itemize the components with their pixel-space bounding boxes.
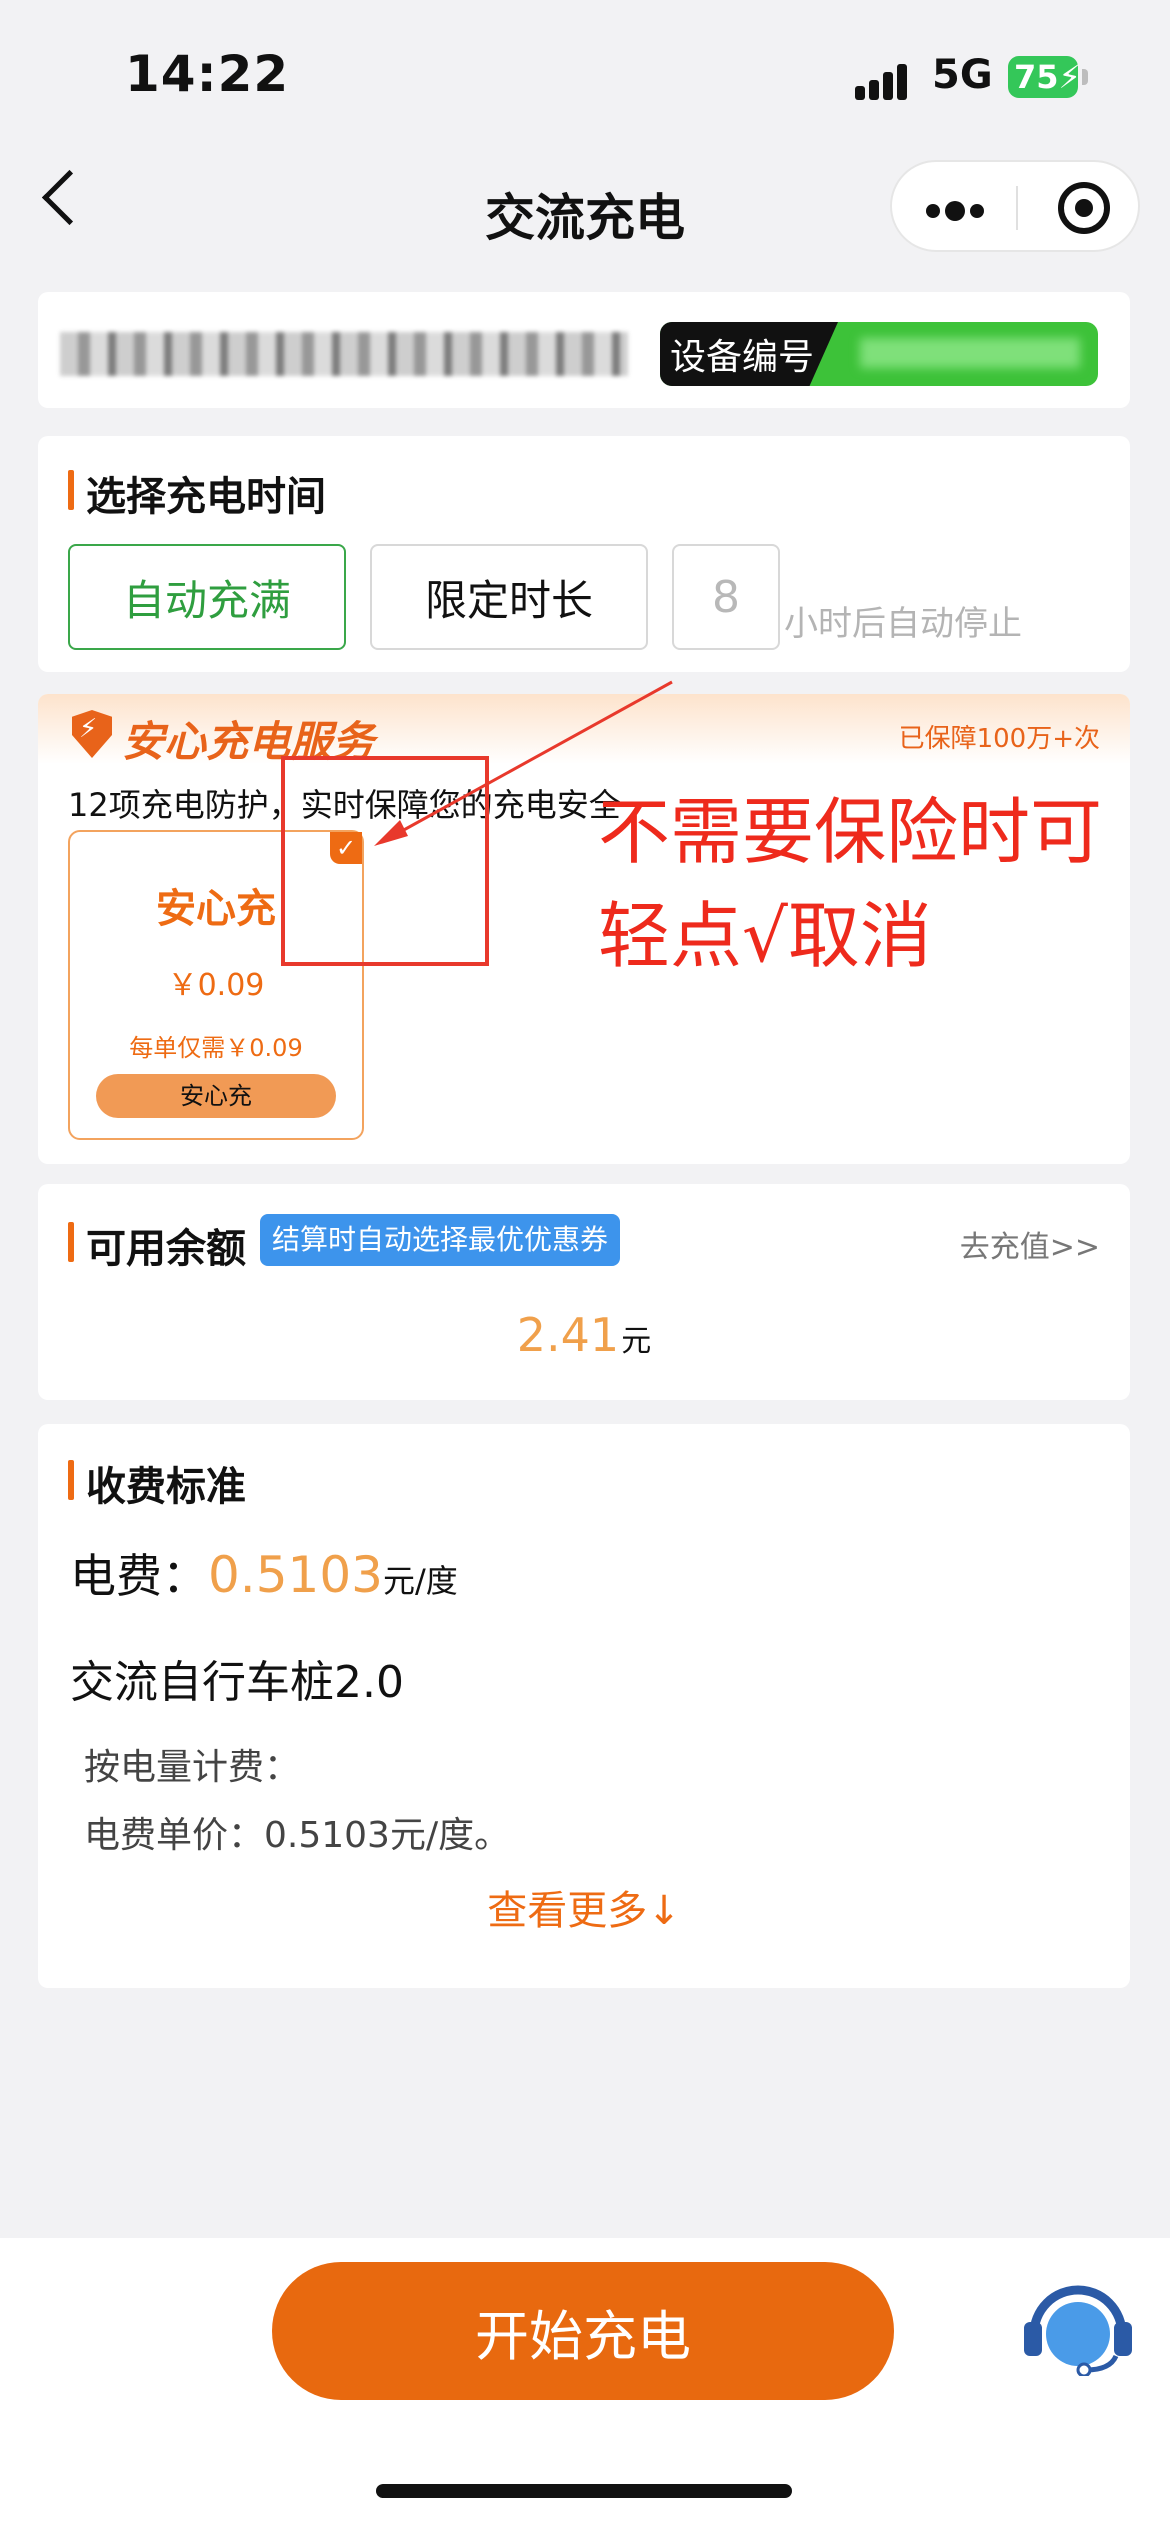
option-auto-full[interactable]: 自动充满 [68,544,346,650]
time-select-title: 选择充电时间 [68,464,326,522]
coupon-badge: 结算时自动选择最优优惠券 [260,1214,621,1266]
more-icon[interactable] [926,200,989,221]
customer-service-icon[interactable] [1020,2276,1136,2376]
insurance-guarantee: 已保障100万+次 [898,724,1100,754]
annotation-text: 不需要保险时可 轻点√取消 [598,780,1158,988]
balance-amount: 2.41元 [516,1308,652,1362]
balance-title: 可用余额 [68,1216,246,1274]
plan-price: ￥0.09 [167,968,265,1003]
status-time: 14:22 [125,45,290,103]
time-select-card: 选择充电时间 自动充满 限定时长 8 小时后自动停止 [38,436,1130,672]
device-tag: 设备编号 [660,322,1098,386]
battery-tip [1082,69,1088,85]
hours-input[interactable]: 8 [672,544,780,650]
fee-line: 电费：0.5103元/度 [70,1546,458,1604]
battery-level: 75 [1014,58,1059,96]
start-charging-button[interactable]: 开始充电 [272,2262,894,2400]
rule-detail: 电费单价：0.5103元/度。 [84,1815,511,1856]
device-id-blurred [860,338,1080,368]
view-more-link[interactable]: 查看更多↓ [38,1878,1130,1936]
network-type: 5G [932,52,993,98]
rule-title: 按电量计费： [84,1747,301,1788]
hours-hint: 小时后自动停止 [784,604,1022,644]
signal-icon [855,62,915,100]
miniprogram-capsule [890,160,1140,252]
annotation-line-2: 轻点√取消 [598,894,932,978]
battery-icon: 75 ⚡ [1008,56,1081,98]
annotation-line-1: 不需要保险时可 [598,790,1103,874]
station-name-blurred [60,332,628,376]
device-label: 设备编号 [660,322,838,386]
fee-card: 收费标准 电费：0.5103元/度 交流自行车桩2.0 按电量计费： 电费单价：… [38,1424,1130,1988]
station-card: 设备编号 [38,292,1130,408]
home-indicator [376,2484,792,2498]
option-limited-duration[interactable]: 限定时长 [370,544,648,650]
fee-title: 收费标准 [68,1454,246,1512]
plan-per-order: 每单仅需￥0.09 [129,1034,303,1062]
balance-card: 可用余额 结算时自动选择最优优惠券 去充值>> 2.41元 [38,1184,1130,1400]
capsule-divider [1016,186,1018,230]
close-target-icon[interactable] [1058,182,1110,234]
pile-type: 交流自行车桩2.0 [70,1657,404,1708]
topup-link[interactable]: 去充值>> [960,1222,1100,1266]
plan-button[interactable]: 安心充 [96,1074,336,1118]
